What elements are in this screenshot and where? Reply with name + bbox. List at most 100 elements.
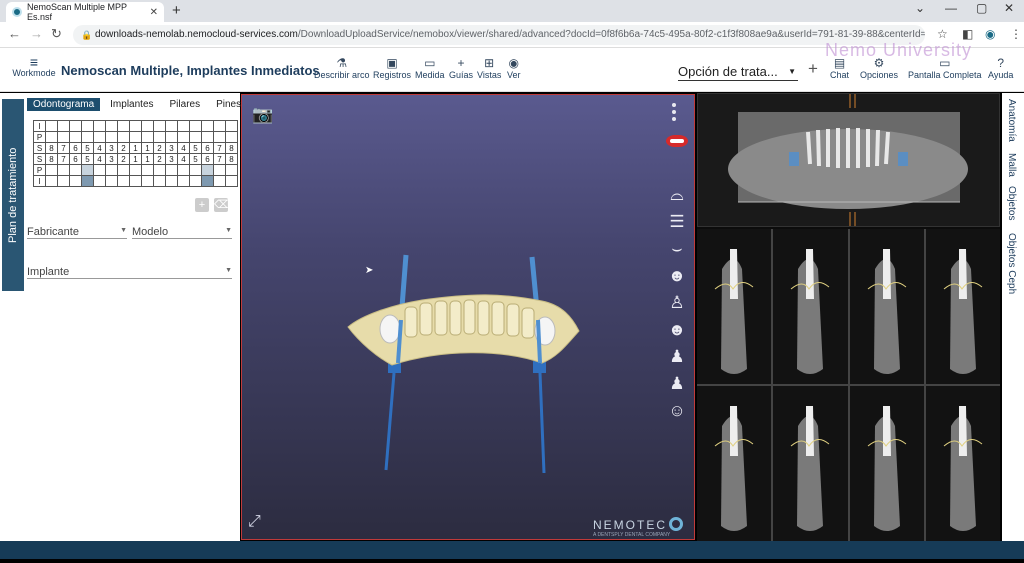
3d-viewer[interactable]: 📷 ⌓ ☰ ⌣ ☻ ♙ ☻ ♟ ♟ ☺ ➤ ⤢ NEMOTEC A DENTSP… [241,94,695,540]
odontogram-cell[interactable] [141,120,154,132]
odontogram-cell[interactable] [93,120,106,132]
implant-select[interactable]: Implante ▼ [27,266,232,279]
odontogram-cell[interactable] [93,131,106,143]
odontogram-cell[interactable] [129,131,142,143]
odontogram-cell[interactable] [225,131,238,143]
odontogram-cell[interactable] [213,175,226,187]
maximize-icon[interactable]: ▢ [976,1,987,15]
odontogram-cell[interactable] [105,131,118,143]
tab-objetos-ceph[interactable]: Objetos Ceph [1006,233,1017,294]
odontogram-cell[interactable] [201,164,214,176]
odontogram-cell[interactable]: 6 [69,153,82,165]
help-button[interactable]: ? Ayuda [988,56,1013,80]
odontogram-cell[interactable] [201,120,214,132]
tab-odontograma[interactable]: Odontograma [27,98,101,111]
add-plus-icon[interactable]: + [195,198,209,212]
odontogram-cell[interactable]: 3 [165,142,178,154]
odontogram-cell[interactable] [117,164,130,176]
odontogram-cell[interactable] [189,120,202,132]
cross-section-slice[interactable] [697,386,772,541]
odontogram-cell[interactable] [93,175,106,187]
odontogram-cell[interactable] [129,175,142,187]
odontogram-cell[interactable] [45,120,58,132]
medida-button[interactable]: ▭ Medida [415,56,445,80]
cross-section-slice[interactable] [849,229,924,384]
odontogram-cell[interactable] [141,131,154,143]
odontogram-cell[interactable]: 5 [81,142,94,154]
odontogram-cell[interactable] [69,120,82,132]
tab-implantes[interactable]: Implantes [104,98,159,111]
odontogram-cell[interactable] [141,164,154,176]
odontogram-cell[interactable]: 7 [57,153,70,165]
panoramic-view[interactable] [697,93,1000,227]
odontogram-cell[interactable]: 3 [105,142,118,154]
odontogram-cell[interactable] [225,164,238,176]
odontogram-cell[interactable]: 8 [45,142,58,154]
expand-icon[interactable]: ⤢ [248,513,261,531]
odontogram-cell[interactable] [93,164,106,176]
tab-malla[interactable]: Malla [1006,153,1017,177]
odontogram-cell[interactable] [117,131,130,143]
odontogram-cell[interactable] [81,175,94,187]
odontogram-cell[interactable]: 5 [81,153,94,165]
add-option-button[interactable]: + [808,59,818,79]
odontogram-cell[interactable] [177,164,190,176]
odontogram-cell[interactable] [177,131,190,143]
odontogram-cell[interactable]: 5 [189,142,202,154]
odontogram-cell[interactable] [153,164,166,176]
odontogram-cell[interactable] [69,131,82,143]
odontogram-cell[interactable]: 7 [213,153,226,165]
odontogram-cell[interactable] [45,164,58,176]
odontogram-cell[interactable] [213,131,226,143]
odontogram-cell[interactable] [69,164,82,176]
cross-section-slice[interactable] [773,386,848,541]
odontogram-cell[interactable] [213,120,226,132]
odontogram-cell[interactable]: 4 [93,153,106,165]
odontogram-cell[interactable]: 2 [153,153,166,165]
model-select[interactable]: Modelo ▼ [132,226,232,239]
url-field[interactable]: 🔒 downloads-nemolab.nemocloud-services.c… [73,25,925,45]
odontogram-cell[interactable] [201,131,214,143]
odontogram-cell[interactable] [129,164,142,176]
implant-right[interactable] [529,256,546,474]
odontogram-cell[interactable]: 3 [105,153,118,165]
close-tab-icon[interactable]: ✕ [150,7,158,18]
tab-anatomia[interactable]: Anatomía [1006,99,1017,142]
odontogram-cell[interactable]: 7 [57,142,70,154]
odontogram-cell[interactable]: 8 [45,153,58,165]
odontogram-cell[interactable]: 1 [129,142,142,154]
odontogram-cell[interactable] [105,164,118,176]
minimize-icon[interactable]: — [945,1,957,15]
odontogram-cell[interactable] [81,131,94,143]
odontogram-cell[interactable]: 6 [201,153,214,165]
cross-section-slice[interactable] [773,229,848,384]
odontogram-cell[interactable] [57,120,70,132]
cross-section-slice[interactable] [849,386,924,541]
odontogram-cell[interactable]: 6 [201,142,214,154]
odontogram-cell[interactable] [105,120,118,132]
odontogram-cell[interactable]: 3 [165,153,178,165]
odontogram-cell[interactable] [165,175,178,187]
plan-tab-vertical[interactable]: Plan de tratamiento [2,99,24,291]
star-icon[interactable]: ☆ [937,27,948,41]
cross-section-slice[interactable] [925,386,1000,541]
odontogram-cell[interactable] [189,175,202,187]
workmode-button[interactable]: ≡ Workmode [12,55,56,78]
odontogram-cell[interactable]: 1 [129,153,142,165]
odontogram-cell[interactable] [213,164,226,176]
odontogram-cell[interactable] [57,175,70,187]
odontogram-cell[interactable]: 6 [69,142,82,154]
odontogram-cell[interactable] [153,131,166,143]
vistas-button[interactable]: ⊞ Vistas [477,56,501,80]
ver-button[interactable]: ◉ Ver [507,56,521,80]
odontogram-cell[interactable] [117,120,130,132]
odontogram-cell[interactable] [69,175,82,187]
odontogram-cell[interactable] [165,131,178,143]
odontogram-cell[interactable] [153,175,166,187]
odontogram-cell[interactable] [45,175,58,187]
odontogram-cell[interactable] [189,131,202,143]
odontogram-cell[interactable] [81,164,94,176]
reload-icon[interactable]: ↻ [51,26,62,42]
odontogram-cell[interactable] [201,175,214,187]
odontogram-cell[interactable]: 1 [141,142,154,154]
